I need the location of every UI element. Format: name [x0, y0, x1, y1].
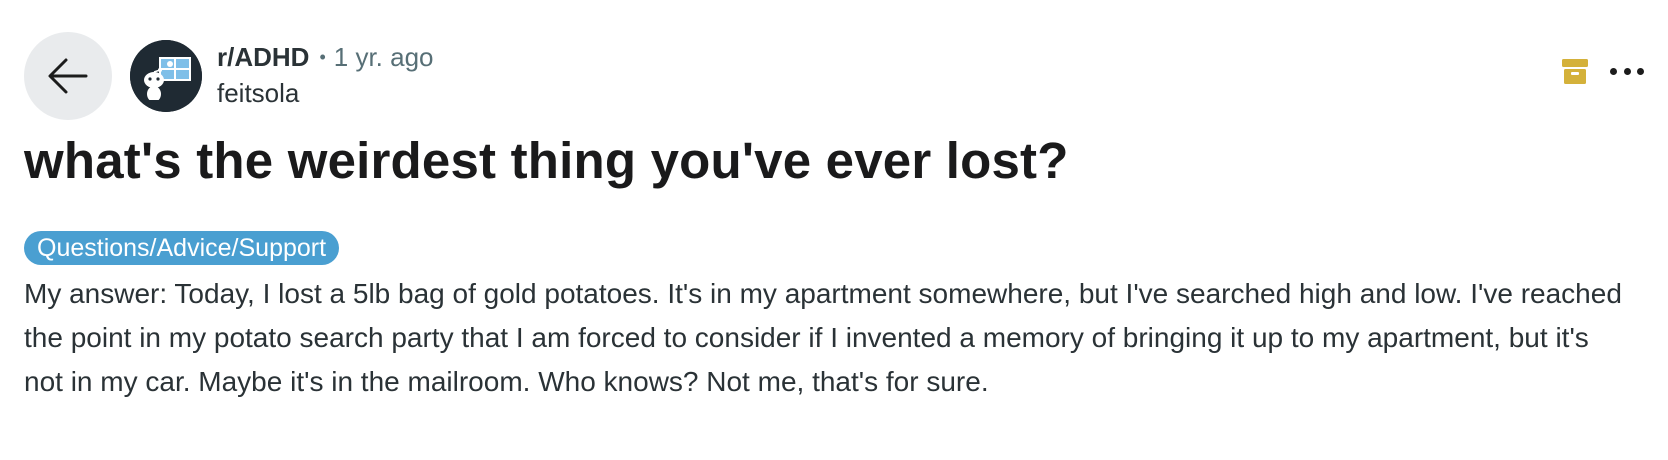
subreddit-avatar-image — [130, 40, 202, 112]
back-button[interactable] — [24, 32, 112, 120]
post-header: r/ADHD • 1 yr. ago feitsola — [24, 32, 1644, 120]
post-age: 1 yr. ago — [333, 42, 434, 72]
post-meta: r/ADHD • 1 yr. ago feitsola — [217, 40, 434, 110]
post-author[interactable]: feitsola — [217, 76, 434, 110]
post-title[interactable]: what's the weirdest thing you've ever lo… — [24, 126, 1069, 196]
post-flair[interactable]: Questions/Advice/Support — [24, 231, 340, 265]
archive-icon — [1562, 59, 1588, 84]
more-options-icon[interactable] — [1610, 56, 1644, 86]
post-actions — [1560, 56, 1644, 86]
arrow-left-icon — [48, 58, 88, 94]
subreddit-avatar[interactable] — [130, 40, 202, 112]
post-body: My answer: Today, I lost a 5lb bag of go… — [24, 278, 1622, 397]
meta-separator: • — [319, 47, 326, 67]
subreddit-name[interactable]: r/ADHD — [217, 40, 309, 74]
